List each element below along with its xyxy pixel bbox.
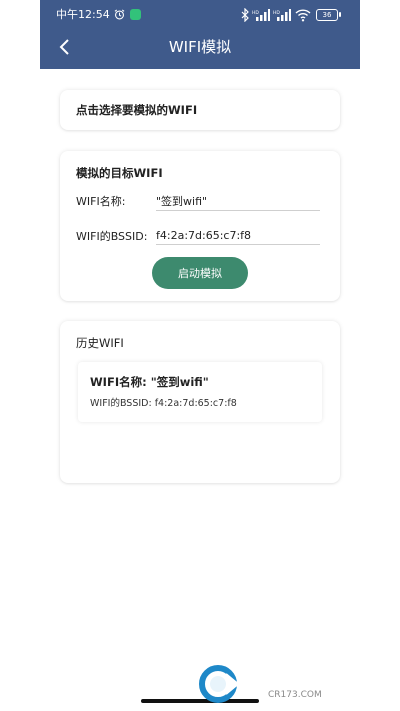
signal-icon: HD — [252, 9, 270, 21]
app-bar: 中午12:54 HD HD 36 WIFI模拟 — [40, 0, 360, 69]
start-simulation-button[interactable]: 启动模拟 — [152, 257, 248, 289]
history-wifi-title: 历史WIFI — [76, 336, 124, 350]
alarm-icon — [114, 9, 125, 20]
wifi-name-label: WIFI名称: — [76, 195, 126, 208]
wifi-bssid-input[interactable] — [156, 226, 320, 245]
wifi-icon — [295, 9, 311, 22]
bluetooth-icon — [241, 8, 249, 22]
svg-text:HD: HD — [273, 10, 280, 16]
watermark-logo-icon — [199, 665, 240, 703]
history-wifi-item[interactable]: WIFI名称: "签到wifi" WIFI的BSSID: f4:2a:7d:65… — [78, 362, 322, 422]
watermark: 西西软件园 CR173.COM — [198, 664, 380, 704]
select-wifi-card[interactable]: 点击选择要模拟的WIFI — [60, 90, 340, 130]
history-wifi-bssid: WIFI的BSSID: f4:2a:7d:65:c7:f8 — [90, 398, 237, 409]
target-wifi-title: 模拟的目标WIFI — [76, 166, 163, 180]
svg-text:HD: HD — [252, 10, 259, 16]
page-title: WIFI模拟 — [168, 38, 232, 56]
target-wifi-card: 模拟的目标WIFI WIFI名称: WIFI的BSSID: 启动模拟 — [60, 151, 340, 301]
watermark-text: 西西软件园 — [238, 667, 343, 692]
battery-icon: 36 — [316, 9, 341, 21]
status-bar: 中午12:54 HD HD 36 — [40, 0, 360, 30]
status-left-icons — [114, 8, 148, 22]
watermark-url: CR173.COM — [268, 690, 322, 700]
app-icon — [130, 9, 141, 20]
wifi-name-input[interactable] — [156, 192, 320, 211]
history-wifi-card: 历史WIFI WIFI名称: "签到wifi" WIFI的BSSID: f4:2… — [60, 321, 340, 483]
status-time: 中午12:54 — [56, 8, 110, 21]
signal-icon: HD — [273, 9, 291, 21]
wifi-bssid-label: WIFI的BSSID: — [76, 230, 148, 243]
status-right-icons: HD HD 36 — [240, 8, 350, 22]
select-wifi-label: 点击选择要模拟的WIFI — [76, 103, 198, 117]
history-wifi-name: WIFI名称: "签到wifi" — [90, 375, 209, 389]
battery-level: 36 — [316, 9, 338, 21]
phone-screen: 中午12:54 HD HD 36 WIFI模拟 点击选择要模拟的WIFI 模拟的… — [40, 0, 360, 711]
